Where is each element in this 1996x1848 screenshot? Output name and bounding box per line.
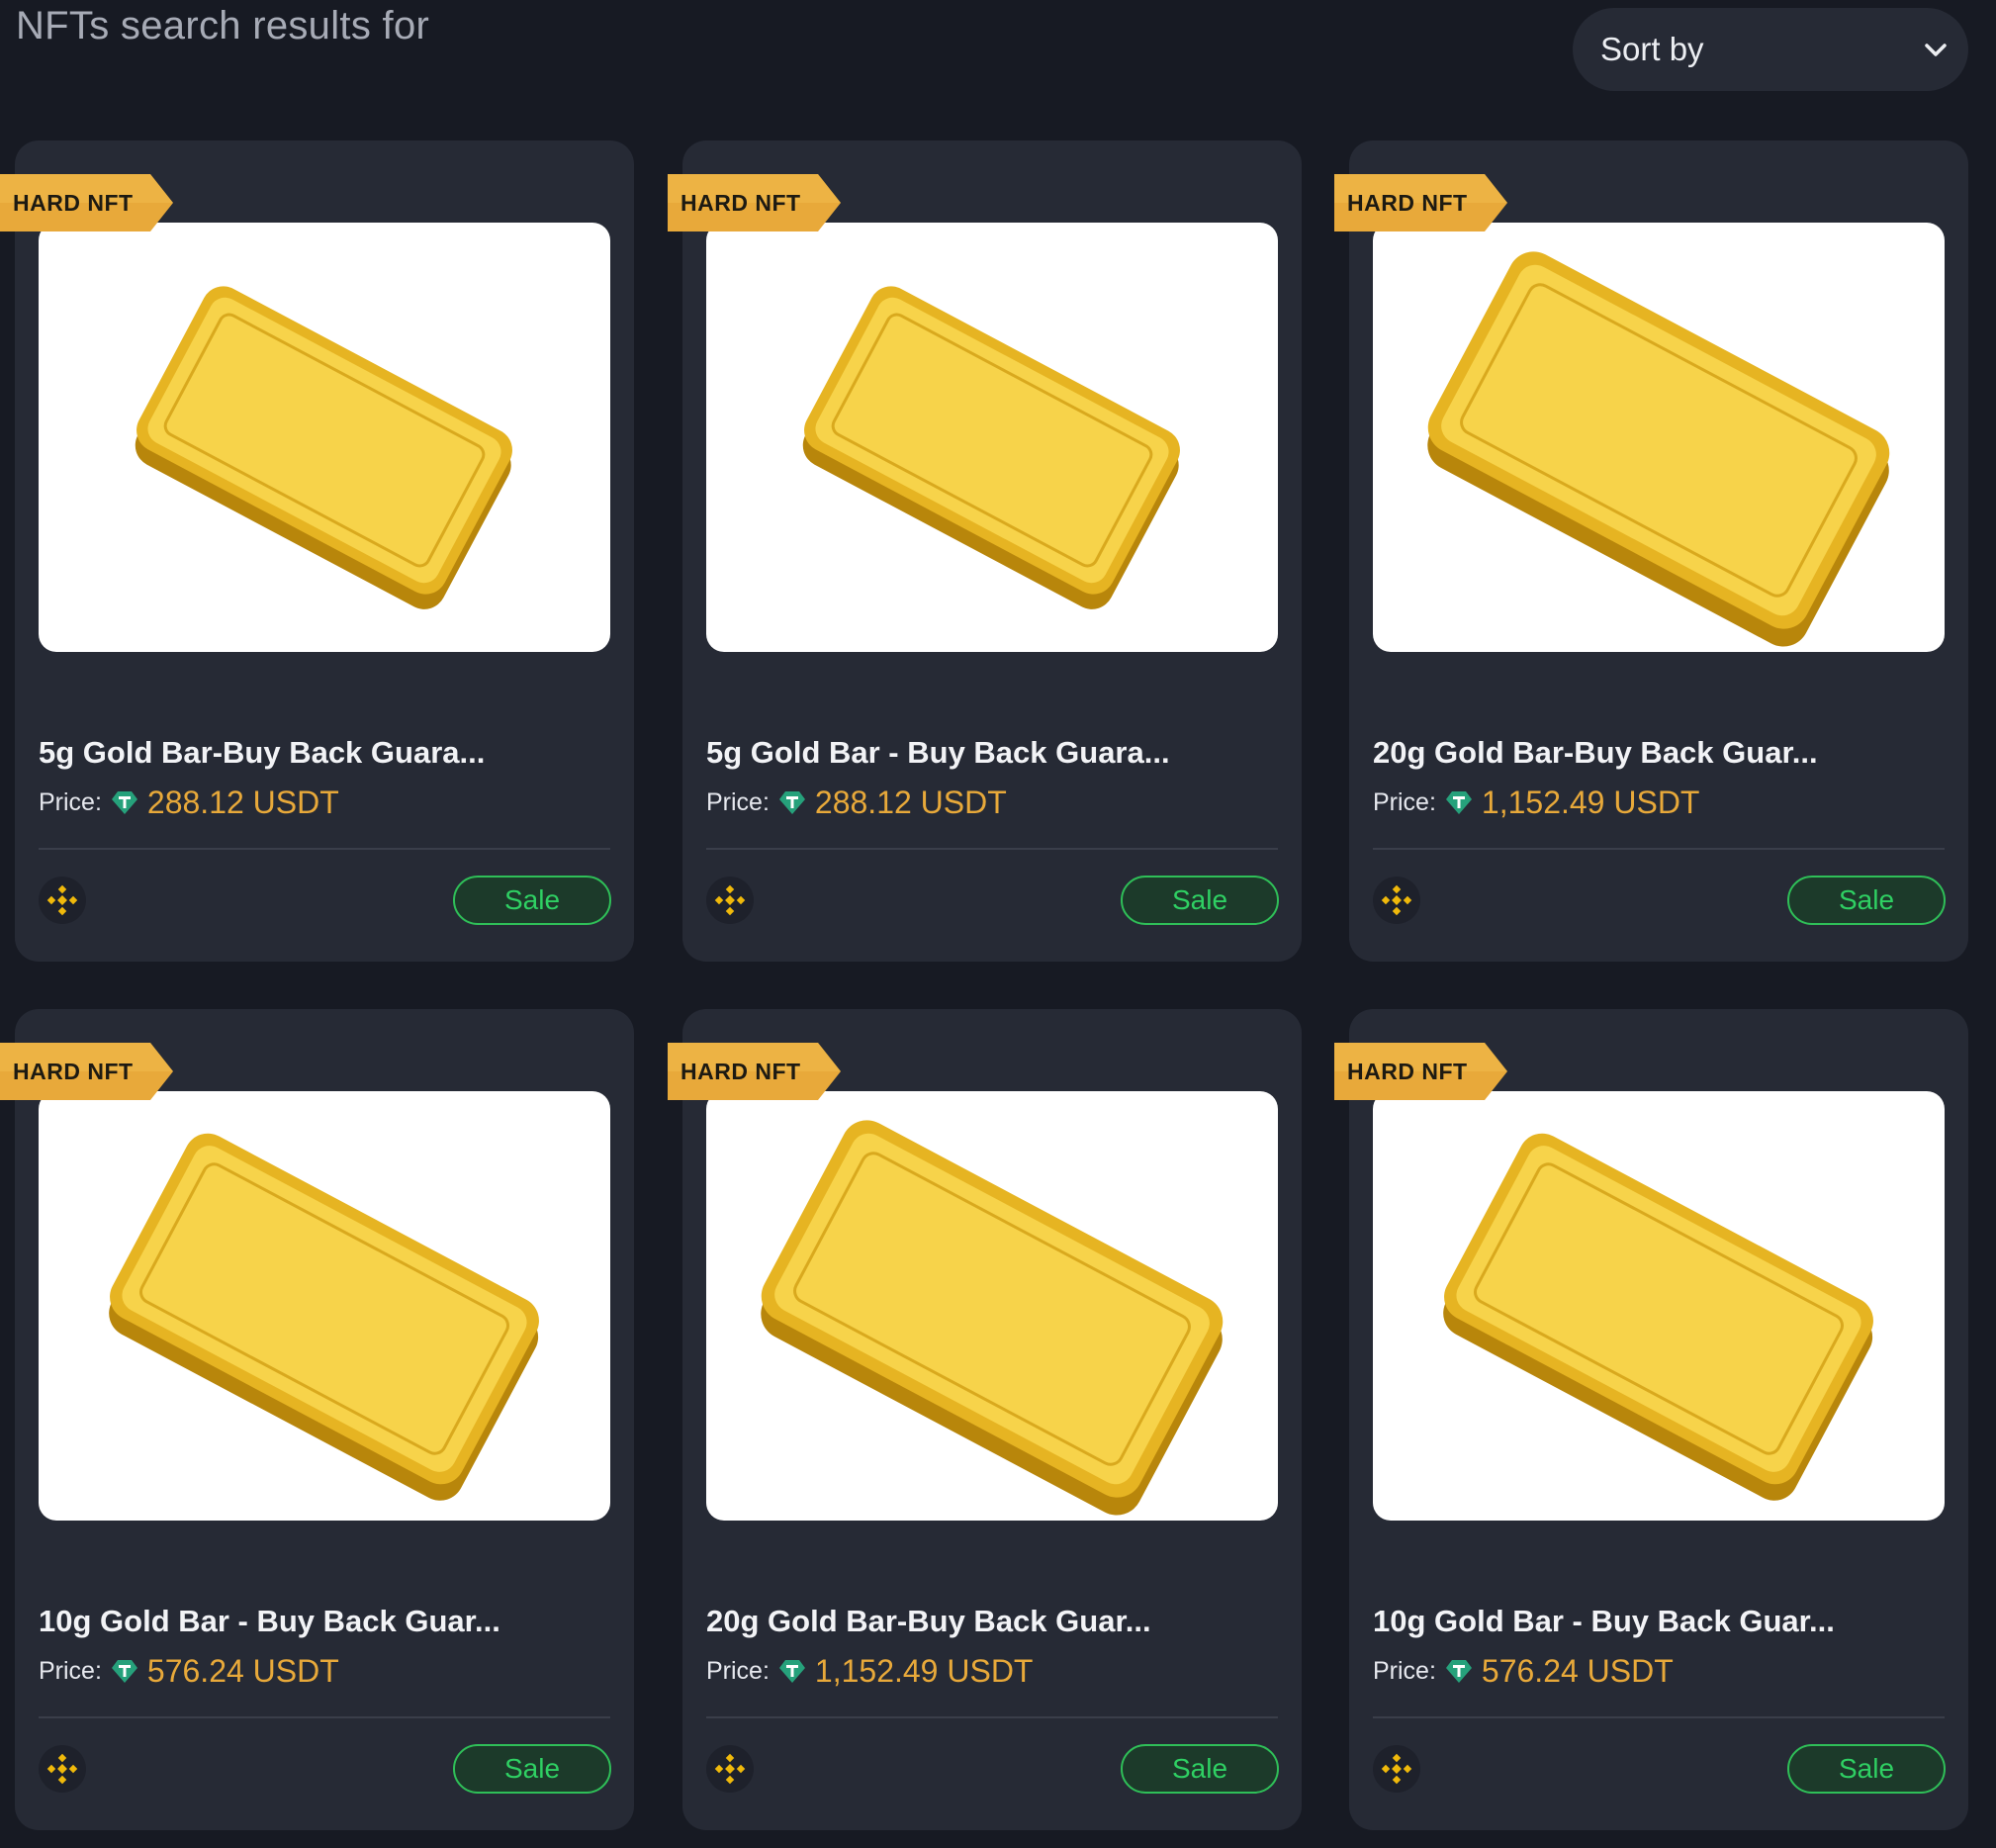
price-row: Price: 288.12 USDT	[706, 780, 1007, 825]
sale-button[interactable]: Sale	[1121, 876, 1279, 925]
tether-icon	[1445, 791, 1472, 814]
badge-label: HARD NFT	[13, 190, 134, 216]
price-value: 288.12 USDT	[814, 784, 1007, 820]
badge-label: HARD NFT	[1347, 190, 1468, 216]
price-row: Price: 1,152.49 USDT	[706, 1648, 1033, 1694]
price-row: Price: 576.24 USDT	[39, 1648, 339, 1694]
badge-label: HARD NFT	[680, 1059, 801, 1084]
nft-card[interactable]: HARD NFT 5g Gold Bar-Buy Back Guara... P…	[0, 140, 634, 962]
card-divider	[1373, 848, 1945, 850]
nft-title[interactable]: 10g Gold Bar - Buy Back Guar...	[39, 1600, 592, 1643]
tether-icon	[778, 1660, 805, 1683]
hard-nft-badge: HARD NFT	[1334, 1043, 1507, 1100]
bnb-chain-icon	[1373, 877, 1420, 924]
tether-icon	[111, 1660, 137, 1683]
sale-button[interactable]: Sale	[1121, 1744, 1279, 1794]
price-value: 288.12 USDT	[146, 784, 339, 820]
price-label: Price:	[39, 787, 102, 816]
tether-icon	[778, 791, 805, 814]
nft-image[interactable]	[39, 223, 610, 652]
price-row: Price: 1,152.49 USDT	[1373, 780, 1699, 825]
price-label: Price:	[39, 1656, 102, 1685]
nft-image[interactable]	[39, 1091, 610, 1521]
sale-button[interactable]: Sale	[1787, 876, 1946, 925]
price-value: 576.24 USDT	[1481, 1652, 1674, 1689]
sale-button[interactable]: Sale	[453, 1744, 611, 1794]
nft-title[interactable]: 20g Gold Bar-Buy Back Guar...	[1373, 731, 1927, 775]
price-value: 1,152.49 USDT	[814, 1652, 1034, 1689]
price-value: 1,152.49 USDT	[1481, 784, 1700, 820]
badge-label: HARD NFT	[13, 1059, 134, 1084]
tether-icon	[111, 791, 137, 814]
nft-title[interactable]: 5g Gold Bar - Buy Back Guara...	[706, 731, 1260, 775]
sale-button[interactable]: Sale	[453, 876, 611, 925]
card-divider	[39, 848, 610, 850]
price-label: Price:	[1373, 787, 1436, 816]
nft-title[interactable]: 5g Gold Bar-Buy Back Guara...	[39, 731, 592, 775]
nft-image[interactable]	[1373, 1091, 1945, 1521]
bnb-chain-icon	[39, 1745, 86, 1793]
bnb-chain-icon	[39, 877, 86, 924]
price-label: Price:	[706, 787, 770, 816]
nft-card[interactable]: HARD NFT 20g Gold Bar-Buy Back Guar... P…	[1334, 140, 1968, 962]
hard-nft-badge: HARD NFT	[668, 1043, 841, 1100]
card-divider	[1373, 1716, 1945, 1718]
hard-nft-badge: HARD NFT	[668, 174, 841, 231]
nft-title[interactable]: 10g Gold Bar - Buy Back Guar...	[1373, 1600, 1927, 1643]
price-row: Price: 576.24 USDT	[1373, 1648, 1674, 1694]
sort-dropdown-label: Sort by	[1600, 31, 1704, 67]
hard-nft-badge: HARD NFT	[1334, 174, 1507, 231]
card-divider	[39, 1716, 610, 1718]
price-label: Price:	[706, 1656, 770, 1685]
sale-button[interactable]: Sale	[1787, 1744, 1946, 1794]
hard-nft-badge: HARD NFT	[0, 1043, 173, 1100]
price-label: Price:	[1373, 1656, 1436, 1685]
nft-image[interactable]	[1373, 223, 1945, 652]
sort-dropdown[interactable]: Sort by	[1573, 8, 1968, 91]
card-divider	[706, 848, 1278, 850]
nft-card[interactable]: HARD NFT 5g Gold Bar - Buy Back Guara...…	[668, 140, 1302, 962]
bnb-chain-icon	[706, 877, 754, 924]
card-divider	[706, 1716, 1278, 1718]
bnb-chain-icon	[706, 1745, 754, 1793]
bnb-chain-icon	[1373, 1745, 1420, 1793]
nft-image[interactable]	[706, 1091, 1278, 1521]
badge-label: HARD NFT	[1347, 1059, 1468, 1084]
tether-icon	[1445, 1660, 1472, 1683]
hard-nft-badge: HARD NFT	[0, 174, 173, 231]
nft-image[interactable]	[706, 223, 1278, 652]
nft-title[interactable]: 20g Gold Bar-Buy Back Guar...	[706, 1600, 1260, 1643]
nft-search-results-page: NFTs search results for Sort by HARD NFT…	[0, 0, 1996, 1848]
page-title: NFTs search results for	[16, 4, 430, 47]
nft-card[interactable]: HARD NFT 20g Gold Bar-Buy Back Guar... P…	[668, 1009, 1302, 1830]
chevron-down-icon	[1925, 44, 1947, 56]
badge-label: HARD NFT	[680, 190, 801, 216]
price-value: 576.24 USDT	[146, 1652, 339, 1689]
price-row: Price: 288.12 USDT	[39, 780, 339, 825]
nft-card[interactable]: HARD NFT 10g Gold Bar - Buy Back Guar...…	[1334, 1009, 1968, 1830]
nft-card[interactable]: HARD NFT 10g Gold Bar - Buy Back Guar...…	[0, 1009, 634, 1830]
